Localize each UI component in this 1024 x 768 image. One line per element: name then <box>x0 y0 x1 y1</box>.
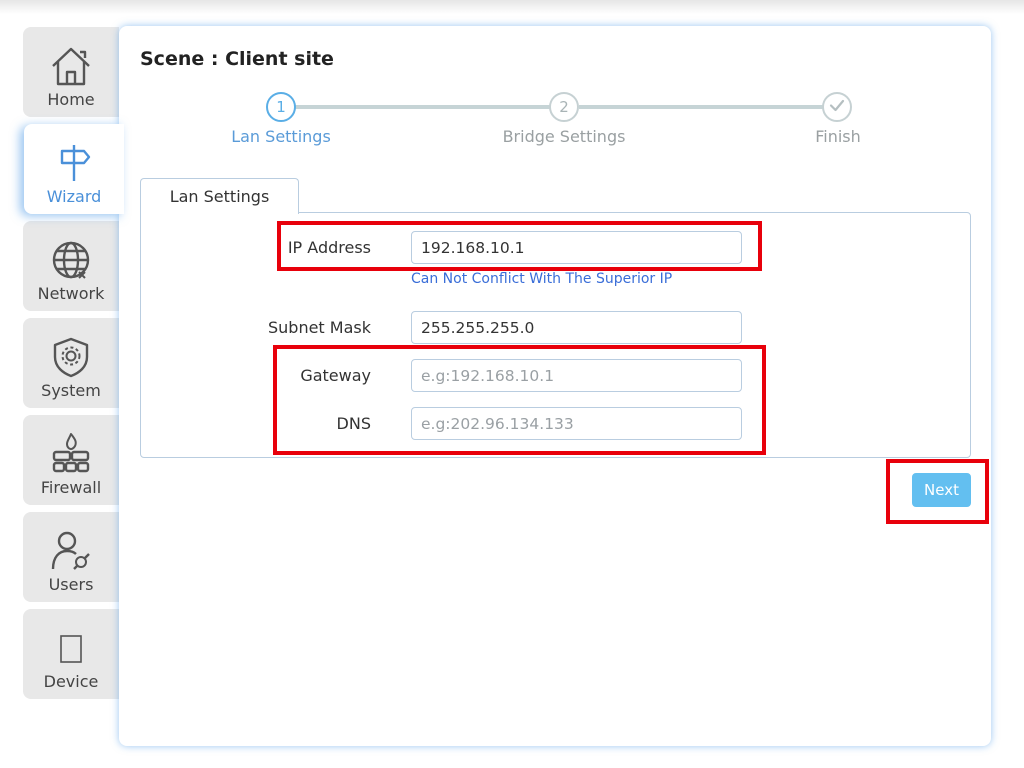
user-wrench-icon <box>49 529 93 573</box>
next-button[interactable]: Next <box>912 473 971 507</box>
sidebar-item-label: Home <box>47 90 95 109</box>
top-bar <box>0 0 1024 14</box>
step-1-circle: 1 <box>266 92 296 122</box>
shield-gear-icon <box>49 335 93 379</box>
step-2-label: Bridge Settings <box>502 127 626 146</box>
main-panel: Scene : Client site 1 2 Lan Settings Bri… <box>119 26 991 746</box>
step-finish-circle <box>822 92 852 122</box>
ip-address-hint: Can Not Conflict With The Superior IP <box>411 271 673 287</box>
step-1-label: Lan Settings <box>231 127 331 146</box>
sidebar-item-firewall[interactable]: Firewall <box>23 415 119 505</box>
stepper-connector <box>295 105 551 109</box>
gateway-label: Gateway <box>300 366 371 385</box>
stepper-connector <box>579 105 825 109</box>
sidebar-item-system[interactable]: System <box>23 318 119 408</box>
sidebar-item-users[interactable]: Users <box>23 512 119 602</box>
subnet-mask-label: Subnet Mask <box>267 318 371 337</box>
gateway-input[interactable] <box>411 359 742 392</box>
subnet-mask-input[interactable] <box>411 311 742 344</box>
firewall-icon <box>49 432 93 476</box>
sidebar-item-label: System <box>41 381 101 400</box>
ip-address-label: IP Address <box>287 238 371 257</box>
sidebar-item-label: Device <box>43 672 99 691</box>
sidebar-item-network[interactable]: Network <box>23 221 119 311</box>
sidebar-item-label: Users <box>48 575 94 594</box>
tab-lan-settings[interactable]: Lan Settings <box>140 178 299 214</box>
step-2-circle: 2 <box>549 92 579 122</box>
sidebar-item-label: Network <box>37 284 105 303</box>
dns-input[interactable] <box>411 407 742 440</box>
sidebar-item-device[interactable]: Device <box>23 609 119 699</box>
sidebar-item-label: Wizard <box>46 187 102 206</box>
check-icon <box>828 96 846 118</box>
globe-icon <box>49 238 93 282</box>
signpost-icon <box>52 141 96 185</box>
ip-address-input[interactable] <box>411 231 742 264</box>
sidebar-item-label: Firewall <box>40 478 102 497</box>
step-finish-label: Finish <box>815 127 861 146</box>
sidebar-item-home[interactable]: Home <box>23 27 119 117</box>
dns-label: DNS <box>336 414 371 433</box>
lan-settings-form: IP Address Can Not Conflict With The Sup… <box>140 212 971 458</box>
page-title: Scene : Client site <box>140 48 334 70</box>
device-icon <box>49 626 93 670</box>
home-icon <box>49 44 93 88</box>
sidebar-item-wizard[interactable]: Wizard <box>24 124 124 214</box>
